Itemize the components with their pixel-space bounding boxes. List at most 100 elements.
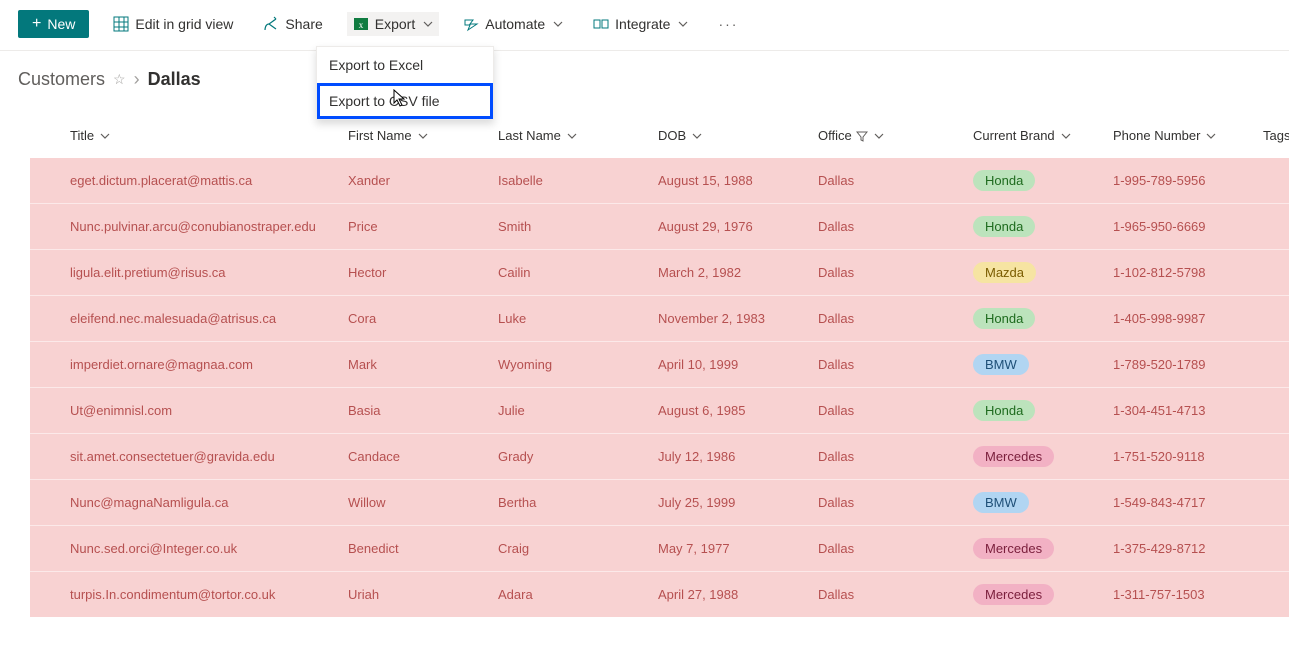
- cell-phone-number: 1-965-950-6669: [1105, 204, 1255, 250]
- cell-current-brand: Honda: [965, 296, 1105, 342]
- breadcrumb-current: Dallas: [148, 69, 201, 90]
- table-row[interactable]: imperdiet.ornare@magnaa.comMarkWyomingAp…: [30, 342, 1289, 388]
- cell-current-brand: BMW: [965, 480, 1105, 526]
- new-button-label: New: [47, 16, 75, 32]
- edit-in-grid-view-button[interactable]: Edit in grid view: [107, 12, 239, 36]
- column-title[interactable]: Title: [70, 128, 110, 143]
- brand-pill: Honda: [973, 308, 1035, 329]
- table-container: Title First Name Last Name DOB Office Cu…: [0, 118, 1289, 617]
- cell-dob: August 29, 1976: [650, 204, 810, 250]
- chevron-down-icon: [692, 131, 702, 141]
- automate-label: Automate: [485, 16, 545, 32]
- cell-current-brand: Mercedes: [965, 434, 1105, 480]
- share-label: Share: [285, 16, 322, 32]
- table-row[interactable]: Nunc.pulvinar.arcu@conubianostraper.eduP…: [30, 204, 1289, 250]
- chevron-down-icon: [1061, 131, 1071, 141]
- cell-tags: [1255, 388, 1289, 434]
- cell-tags: [1255, 158, 1289, 204]
- cell-phone-number: 1-789-520-1789: [1105, 342, 1255, 388]
- table-row[interactable]: Nunc@magnaNamligula.caWillowBerthaJuly 2…: [30, 480, 1289, 526]
- cell-dob: November 2, 1983: [650, 296, 810, 342]
- cell-first-name: Price: [340, 204, 490, 250]
- cell-last-name: Bertha: [490, 480, 650, 526]
- export-to-csv-menuitem[interactable]: Export to CSV file: [317, 83, 493, 119]
- chevron-down-icon: [100, 131, 110, 141]
- column-office[interactable]: Office: [818, 128, 884, 143]
- cell-tags: [1255, 204, 1289, 250]
- cell-title: Nunc@magnaNamligula.ca: [30, 480, 340, 526]
- cell-current-brand: BMW: [965, 342, 1105, 388]
- table-row[interactable]: turpis.In.condimentum@tortor.co.ukUriahA…: [30, 572, 1289, 618]
- cell-title: Nunc.sed.orci@Integer.co.uk: [30, 526, 340, 572]
- cell-phone-number: 1-405-998-9987: [1105, 296, 1255, 342]
- cell-tags: [1255, 342, 1289, 388]
- column-last-name[interactable]: Last Name: [498, 128, 577, 143]
- cell-dob: July 12, 1986: [650, 434, 810, 480]
- cell-first-name: Hector: [340, 250, 490, 296]
- table-row[interactable]: Nunc.sed.orci@Integer.co.ukBenedictCraig…: [30, 526, 1289, 572]
- cell-dob: April 27, 1988: [650, 572, 810, 618]
- cell-last-name: Julie: [490, 388, 650, 434]
- cell-tags: [1255, 480, 1289, 526]
- cursor-icon: [391, 89, 407, 105]
- brand-pill: Honda: [973, 400, 1035, 421]
- new-button[interactable]: + New: [18, 10, 89, 38]
- chevron-down-icon: [1206, 131, 1216, 141]
- cell-office: Dallas: [810, 434, 965, 480]
- integrate-label: Integrate: [615, 16, 670, 32]
- cell-tags: [1255, 526, 1289, 572]
- table-row[interactable]: Ut@enimnisl.comBasiaJulieAugust 6, 1985D…: [30, 388, 1289, 434]
- column-phone-number[interactable]: Phone Number: [1113, 128, 1216, 143]
- cell-title: ligula.elit.pretium@risus.ca: [30, 250, 340, 296]
- cell-office: Dallas: [810, 342, 965, 388]
- cell-office: Dallas: [810, 388, 965, 434]
- breadcrumb-separator: ›: [134, 69, 140, 90]
- column-first-name[interactable]: First Name: [348, 128, 428, 143]
- cell-title: turpis.In.condimentum@tortor.co.uk: [30, 572, 340, 618]
- cell-phone-number: 1-304-451-4713: [1105, 388, 1255, 434]
- cell-last-name: Adara: [490, 572, 650, 618]
- cell-first-name: Cora: [340, 296, 490, 342]
- cell-first-name: Xander: [340, 158, 490, 204]
- cell-office: Dallas: [810, 572, 965, 618]
- table-row[interactable]: sit.amet.consectetuer@gravida.eduCandace…: [30, 434, 1289, 480]
- integrate-button[interactable]: Integrate: [587, 12, 694, 36]
- export-button[interactable]: x Export: [347, 12, 439, 36]
- cell-phone-number: 1-995-789-5956: [1105, 158, 1255, 204]
- cell-last-name: Luke: [490, 296, 650, 342]
- column-dob[interactable]: DOB: [658, 128, 702, 143]
- cell-tags: [1255, 434, 1289, 480]
- star-icon[interactable]: ☆: [113, 71, 126, 88]
- table-row[interactable]: ligula.elit.pretium@risus.caHectorCailin…: [30, 250, 1289, 296]
- column-current-brand[interactable]: Current Brand: [973, 128, 1071, 143]
- command-bar: + New Edit in grid view Share x Export A…: [0, 0, 1289, 51]
- brand-pill: Mercedes: [973, 584, 1054, 605]
- integrate-icon: [593, 16, 609, 32]
- cell-last-name: Grady: [490, 434, 650, 480]
- cell-title: imperdiet.ornare@magnaa.com: [30, 342, 340, 388]
- cell-title: sit.amet.consectetuer@gravida.edu: [30, 434, 340, 480]
- cell-first-name: Candace: [340, 434, 490, 480]
- filter-icon: [856, 130, 868, 142]
- cell-current-brand: Honda: [965, 158, 1105, 204]
- breadcrumb-root[interactable]: Customers: [18, 69, 105, 90]
- table-header-row: Title First Name Last Name DOB Office Cu…: [30, 118, 1289, 158]
- excel-icon: x: [353, 16, 369, 32]
- export-to-excel-menuitem[interactable]: Export to Excel: [317, 47, 493, 83]
- table-row[interactable]: eget.dictum.placerat@mattis.caXanderIsab…: [30, 158, 1289, 204]
- cell-tags: [1255, 250, 1289, 296]
- cell-dob: April 10, 1999: [650, 342, 810, 388]
- share-button[interactable]: Share: [257, 12, 328, 36]
- automate-button[interactable]: Automate: [457, 12, 569, 36]
- cell-office: Dallas: [810, 296, 965, 342]
- column-tags[interactable]: Tags: [1263, 128, 1289, 143]
- cell-tags: [1255, 572, 1289, 618]
- table-row[interactable]: eleifend.nec.malesuada@atrisus.caCoraLuk…: [30, 296, 1289, 342]
- more-actions-button[interactable]: ···: [712, 12, 744, 36]
- edit-in-grid-view-label: Edit in grid view: [135, 16, 233, 32]
- cell-current-brand: Honda: [965, 388, 1105, 434]
- cell-phone-number: 1-311-757-1503: [1105, 572, 1255, 618]
- brand-pill: Mazda: [973, 262, 1036, 283]
- cell-title: Ut@enimnisl.com: [30, 388, 340, 434]
- plus-icon: +: [32, 16, 41, 32]
